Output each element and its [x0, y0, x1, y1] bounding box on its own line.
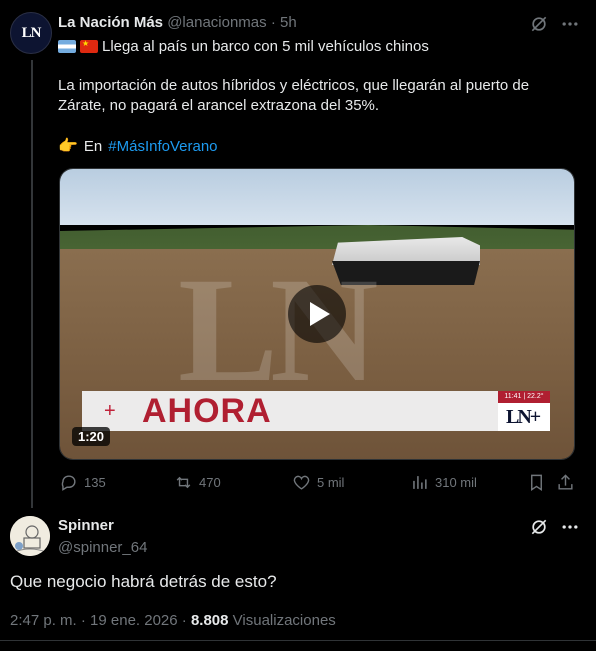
tweet-header: La Nación Más @lanacionmas · 5h: [58, 14, 297, 31]
avatar[interactable]: LN: [10, 12, 52, 54]
reply-views-count: 8.808: [190, 612, 229, 629]
reply-button[interactable]: 135: [59, 473, 106, 492]
tweet-time[interactable]: · 5h: [271, 14, 297, 31]
reply-text: Que negocio habrá detrás de esto?: [10, 572, 277, 591]
author-handle[interactable]: @lanacionmas: [167, 14, 266, 31]
banner-text: AHORA: [142, 392, 272, 430]
news-banner: + AHORA 11:41 | 22.2° LN+: [82, 391, 550, 431]
more-icon[interactable]: [560, 14, 580, 34]
bookmark-icon[interactable]: [527, 473, 546, 492]
hashtag-link[interactable]: #MásInfoVerano: [108, 138, 217, 155]
pointing-hand-icon: 👉: [58, 138, 78, 155]
hashtag-line: 👉 En #MásInfoVerano: [58, 136, 218, 156]
repost-button[interactable]: 470: [174, 473, 221, 492]
china-flag-icon: [80, 40, 98, 53]
argentina-flag-icon: [58, 40, 76, 53]
reply-count: 135: [84, 475, 106, 490]
reply-timestamp[interactable]: 2:47 p. m. · 19 ene. 2026 ·: [10, 612, 191, 629]
banner-time: 11:41 | 22.2°: [498, 391, 550, 403]
like-count: 5 mil: [317, 475, 345, 490]
play-button[interactable]: [288, 285, 346, 343]
views-icon: [413, 476, 427, 489]
thread-line: [31, 60, 33, 508]
divider: [0, 640, 596, 641]
more-icon[interactable]: [560, 517, 580, 537]
ln-watermark: LN: [178, 247, 378, 413]
channel-logo: 11:41 | 22.2° LN+: [498, 391, 550, 431]
hashtag-prefix: En: [83, 137, 103, 155]
reply-meta: 2:47 p. m. · 19 ene. 2026 · 8.808 Visual…: [10, 612, 336, 629]
repost-count: 470: [199, 475, 221, 490]
tweet-headline-line: Llega al país un barco con 5 mil vehícul…: [58, 38, 429, 55]
like-button[interactable]: 5 mil: [292, 473, 344, 492]
spinner-avatar[interactable]: [10, 516, 50, 556]
like-icon: [293, 475, 310, 490]
video-duration: 1:20: [72, 427, 111, 446]
reply-author-name[interactable]: Spinner: [58, 517, 114, 534]
reply-views-label: Visualizaciones: [228, 612, 336, 629]
reply-icon: [61, 475, 76, 491]
views-button[interactable]: 310 mil: [410, 473, 477, 492]
avatar-text: LN: [21, 24, 42, 41]
tweet-body: La importación de autos híbridos y eléct…: [58, 77, 530, 114]
author-name[interactable]: La Nación Más: [58, 14, 163, 31]
video-player[interactable]: LN + AHORA 11:41 | 22.2° LN+ 1:20: [59, 168, 575, 460]
tweet-headline: Llega al país un barco con 5 mil vehícul…: [102, 38, 429, 55]
channel-mark: LN+: [506, 406, 541, 428]
avatar-drawing-icon: [10, 516, 50, 556]
repost-icon: [176, 476, 191, 489]
views-count: 310 mil: [435, 475, 477, 490]
grok-icon[interactable]: [529, 14, 549, 34]
video-sky: [60, 169, 574, 225]
crosshair-icon: +: [104, 400, 116, 422]
grok-icon[interactable]: [529, 517, 549, 537]
share-icon[interactable]: [556, 473, 575, 492]
reply-author-handle[interactable]: @spinner_64: [58, 539, 147, 556]
play-icon: [309, 302, 330, 326]
